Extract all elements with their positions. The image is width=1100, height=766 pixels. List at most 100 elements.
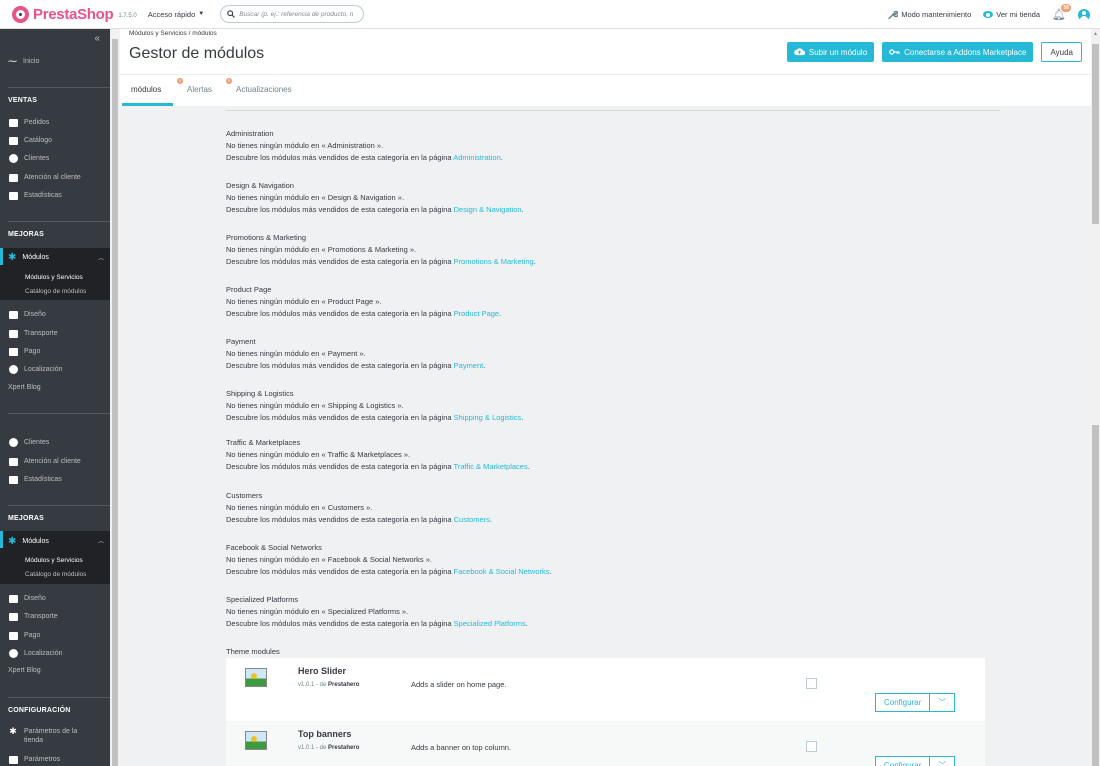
maintenance-mode-link[interactable]: Modo mantenimiento (887, 10, 971, 20)
quick-access-dropdown[interactable]: Acceso rápido ▼ (148, 10, 204, 19)
scroll-up-arrow-icon[interactable]: ▲ (1093, 31, 1098, 37)
sidebar-item-xpert-blog[interactable]: Xpert Blog (8, 384, 41, 391)
tabs-bar: módulos 1 Alertas 5 Actualizaciones (120, 74, 1091, 106)
sidebar-item-payment[interactable]: Pago (8, 347, 40, 356)
page-scroll-thumb[interactable] (1092, 44, 1099, 224)
sidebar-subitem-modules-services[interactable]: Módulos y Servicios (25, 557, 83, 564)
sidebar-subitem-modules-services[interactable]: Módulos y Servicios (25, 274, 83, 281)
user-avatar-icon[interactable] (1078, 8, 1090, 21)
sidebar-item-label: Inicio (23, 58, 40, 65)
sidebar-item-catalog[interactable]: Catálogo (8, 136, 52, 145)
category-link[interactable]: Customers (454, 515, 490, 524)
sidebar-item-label: Pedidos (24, 119, 50, 126)
sidebar-item-stats[interactable]: Estadísticas (8, 191, 62, 200)
sidebar-item-customers-2[interactable]: Clientes (8, 438, 49, 447)
sidebar-item-customer-service-2[interactable]: Atención al cliente (8, 457, 81, 466)
category-link[interactable]: Administration (453, 153, 501, 162)
category-link[interactable]: Specialized Platforms (454, 619, 526, 628)
sidebar-item-params[interactable]: Parámetros (8, 755, 60, 764)
updates-badge: 5 (226, 78, 232, 84)
category-link[interactable]: Traffic & Marketplaces (454, 462, 528, 471)
category-link[interactable]: Shipping & Logistics (454, 413, 522, 422)
category-name: Promotions & Marketing (226, 233, 307, 242)
category-name: Product Page (226, 285, 272, 294)
sidebar-item-label: Xpert Blog (8, 667, 41, 674)
search-input[interactable]: Buscar (p. ej.: referencia de producto, … (220, 5, 365, 23)
sidebar-divider (8, 505, 110, 506)
notifications-button[interactable]: 🔔︎ 56 (1052, 4, 1071, 21)
sidebar-item-localization[interactable]: Localización (8, 365, 63, 374)
divider (226, 110, 1000, 111)
upload-module-button[interactable]: Subir un módulo (786, 42, 875, 62)
sidebar-item-label: Localización (24, 366, 63, 373)
module-author: Prestahero (328, 745, 360, 751)
sidebar-scrollbar[interactable] (111, 29, 119, 766)
page-title: Gestor de módulos (129, 45, 265, 62)
module-select-checkbox[interactable] (806, 741, 817, 752)
sidebar-item-label: Pago (24, 348, 41, 355)
sidebar-item-design-2[interactable]: Diseño (8, 594, 46, 603)
page-scroll-thumb-lower[interactable] (1092, 425, 1099, 766)
prestashop-logo[interactable]: PrestaShop 1.7.5.0 (12, 5, 137, 23)
module-description: Adds a banner on top column. (411, 743, 512, 752)
module-image-icon (245, 668, 267, 687)
sidebar-item-xpert-blog-2[interactable]: Xpert Blog (8, 667, 41, 674)
store-icon (8, 136, 18, 145)
sidebar-item-customer-service[interactable]: Atención al cliente (8, 173, 81, 182)
notifications-badge: 56 (1061, 4, 1071, 12)
puzzle-icon: ✱ (8, 536, 17, 547)
sidebar-item-shipping[interactable]: Transporte (8, 329, 58, 338)
page-scrollbar-lower[interactable] (1091, 425, 1100, 766)
monitor-icon (8, 310, 18, 319)
sidebar-item-orders[interactable]: Pedidos (8, 118, 49, 127)
sidebar-item-customers[interactable]: Clientes (8, 154, 49, 163)
sidebar-item-label: Diseño (24, 311, 46, 318)
help-label: Ayuda (1050, 47, 1073, 57)
tab-updates[interactable]: 5 Actualizaciones (226, 78, 292, 94)
view-store-link[interactable]: Ver mi tienda (983, 10, 1040, 19)
category-link[interactable]: Design & Navigation (454, 205, 522, 214)
module-select-checkbox[interactable] (806, 678, 817, 689)
configure-button[interactable]: Configurar (876, 694, 931, 711)
sidebar-subitem-module-catalog[interactable]: Catálogo de módulos (25, 288, 86, 295)
chevron-down-icon[interactable]: ﹀ (930, 694, 954, 711)
sidebar-item-shipping-2[interactable]: Transporte (8, 612, 58, 621)
connect-addons-button[interactable]: Conectarse a Addons Marketplace (882, 42, 1034, 62)
help-button[interactable]: Ayuda (1041, 42, 1082, 62)
module-author: Prestahero (328, 682, 360, 688)
configure-button[interactable]: Configurar (876, 757, 931, 766)
category-link[interactable]: Payment (454, 361, 484, 370)
breadcrumb[interactable]: Módulos y Servicios / módulos (129, 30, 217, 37)
chevron-down-icon[interactable]: ﹀ (930, 757, 954, 766)
category-block: Administration No tienes ningún módulo e… (226, 129, 503, 162)
tab-alerts[interactable]: 1 Alertas (177, 78, 212, 94)
category-desc: Descubre los módulos más vendidos de est… (226, 515, 454, 524)
maintenance-label: Modo mantenimiento (901, 10, 972, 19)
sidebar-scroll-thumb[interactable] (112, 39, 118, 766)
sidebar-item-stats-2[interactable]: Estadísticas (8, 475, 62, 484)
category-link[interactable]: Product Page (454, 309, 499, 318)
sidebar-item-modules-label: ✱ Módulos (8, 536, 49, 547)
category-desc: Descubre los módulos más vendidos de est… (226, 567, 454, 576)
tab-modules[interactable]: módulos (131, 85, 161, 94)
sidebar-item-label: Parámetros de la tienda (23, 728, 78, 744)
sidebar-item-payment-2[interactable]: Pago (8, 631, 40, 640)
sidebar-item-shop-params[interactable]: ✱ Parámetros de la tienda (8, 726, 98, 745)
collapse-sidebar-icon[interactable]: « (94, 33, 100, 44)
sidebar-item-home[interactable]: ⁓ Inicio (8, 56, 39, 67)
sidebar-item-localization-2[interactable]: Localización (8, 649, 63, 658)
logo-text: PrestaShop (33, 5, 114, 23)
cloud-upload-icon (794, 48, 805, 56)
category-name: Customers (226, 491, 263, 500)
sidebar-item-design[interactable]: Diseño (8, 310, 46, 319)
category-link[interactable]: Promotions & Marketing (454, 257, 534, 266)
configure-button-group: Configurar ﹀ (875, 693, 956, 712)
prestashop-logo-icon (12, 5, 29, 23)
category-link[interactable]: Facebook & Social Networks (454, 567, 550, 576)
category-block: Payment No tienes ningún módulo en « Pay… (226, 337, 486, 370)
truck-icon (8, 329, 18, 338)
sidebar-subitem-module-catalog[interactable]: Catálogo de módulos (25, 571, 86, 578)
search-placeholder: Buscar (p. ej.: referencia de producto, … (239, 10, 354, 18)
tab-label: Alertas (187, 85, 212, 94)
module-meta: v1.0.1 - de Prestahero (298, 745, 359, 751)
